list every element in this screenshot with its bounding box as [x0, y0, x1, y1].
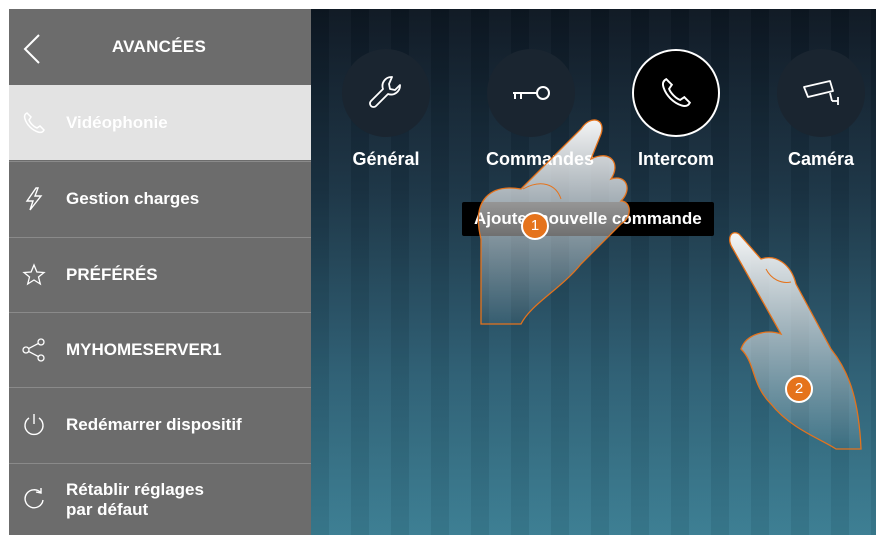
sidebar-item-redemarrer[interactable]: Redémarrer dispositif	[9, 387, 311, 462]
main-panel: Général Commandes Intercom Caméra comman…	[311, 9, 876, 535]
tile-label: Caméra	[787, 149, 855, 169]
device-screen: AVANCÉES Vidéophonie Gestion charges PRÉ…	[9, 9, 876, 535]
sidebar-item-label: Redémarrer dispositif	[66, 415, 242, 434]
pointing-hand-icon	[477, 119, 630, 325]
tile-camera-circle	[777, 49, 865, 137]
camera-icon	[803, 80, 839, 105]
lightning-icon	[21, 186, 47, 212]
label-line-2: par défaut	[66, 499, 149, 519]
star-icon	[21, 262, 47, 288]
sidebar-item-preferes[interactable]: PRÉFÉRÉS	[9, 237, 311, 312]
reset-icon	[21, 487, 47, 513]
sidebar-item-label: Vidéophonie	[66, 112, 168, 132]
label-line-1: Rétablir réglages	[66, 479, 204, 499]
sidebar-item-label: Rétablir réglages par défaut	[66, 480, 204, 520]
sidebar-item-label: MYHOMESERVER1	[66, 340, 222, 359]
sidebar-item-gestion-charges[interactable]: Gestion charges	[9, 161, 311, 236]
back-button[interactable]	[19, 31, 49, 67]
wrench-icon	[369, 76, 401, 108]
sidebar-item-label: PRÉFÉRÉS	[66, 265, 158, 284]
tile-camera[interactable]: Caméra	[776, 49, 866, 170]
step-badge-2: 2	[785, 375, 813, 403]
sidebar-item-myhomeserver1[interactable]: MYHOMESERVER1	[9, 312, 311, 387]
sidebar-item-label: Gestion charges	[66, 189, 200, 208]
sidebar: AVANCÉES Vidéophonie Gestion charges PRÉ…	[9, 9, 311, 535]
pointing-hand-icon	[729, 232, 862, 450]
sidebar-item-videophonie[interactable]: Vidéophonie	[9, 85, 311, 160]
phone-icon	[21, 110, 47, 136]
sidebar-item-retablir[interactable]: Rétablir réglages par défaut	[9, 463, 311, 535]
step-badge-1: 1	[521, 212, 549, 240]
tile-general-circle	[342, 49, 430, 137]
tile-general[interactable]: Général	[341, 49, 431, 170]
share-icon	[21, 337, 47, 363]
chevron-left-icon	[23, 34, 40, 64]
tile-label: Général	[352, 149, 420, 169]
sidebar-title: AVANCÉES	[111, 37, 207, 56]
sidebar-header: AVANCÉES	[9, 9, 311, 85]
power-icon	[21, 412, 47, 438]
